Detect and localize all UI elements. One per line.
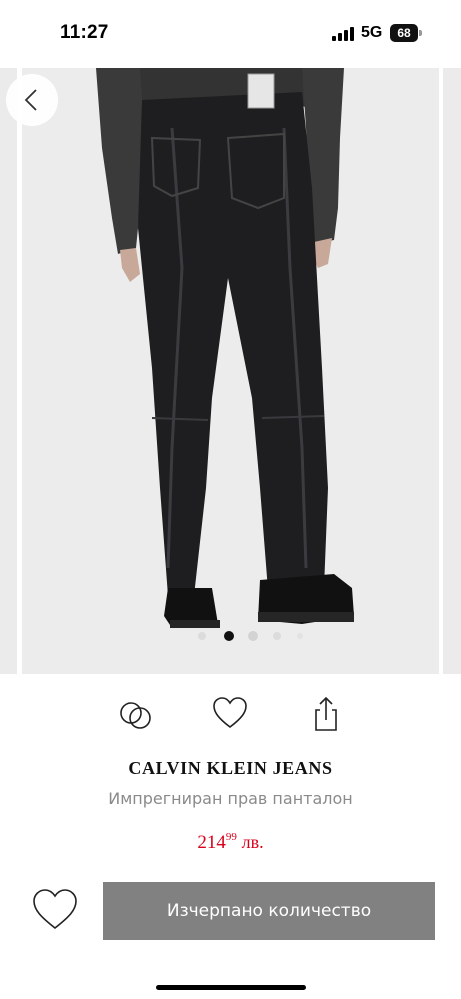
price-main: 214 [197,832,226,853]
product-gallery[interactable] [0,68,461,674]
chevron-left-icon [24,89,37,111]
home-indicator[interactable] [156,985,306,990]
back-button[interactable] [6,74,58,126]
compare-circles-icon [120,702,151,729]
signal-icon [332,26,354,41]
pagination-dot-active[interactable] [224,631,234,641]
battery-icon: 68 [390,24,423,42]
product-actions [0,692,461,740]
product-photo-illustration [22,68,439,674]
wishlist-button[interactable] [208,692,252,736]
compare-button[interactable] [114,692,158,736]
heart-icon [33,889,77,930]
status-bar: 11:27 5G 68 [0,0,461,68]
share-icon [315,696,337,731]
price-currency: лв. [241,832,264,852]
product-brand[interactable]: CALVIN KLEIN JEANS [0,758,461,779]
previous-slide-edge[interactable] [0,68,17,674]
price-cents: 99 [225,831,237,843]
next-slide-edge[interactable] [443,68,461,674]
pagination-dot[interactable] [198,632,206,640]
status-time: 11:27 [60,22,109,43]
battery-level: 68 [390,24,418,42]
product-image[interactable] [22,68,439,674]
product-price: 21499 лв. [0,831,461,854]
heart-icon [213,697,247,729]
pagination-dot[interactable] [297,633,303,639]
pagination-dot[interactable] [248,631,258,641]
out-of-stock-button[interactable]: Изчерпано количество [103,882,435,940]
gallery-pagination [198,630,308,642]
network-label: 5G [361,24,383,41]
pagination-dot[interactable] [273,632,281,640]
product-title: Импрегниран прав панталон [108,789,353,808]
share-button[interactable] [304,692,348,736]
favorite-button[interactable] [30,886,80,934]
battery-tip [419,30,422,36]
